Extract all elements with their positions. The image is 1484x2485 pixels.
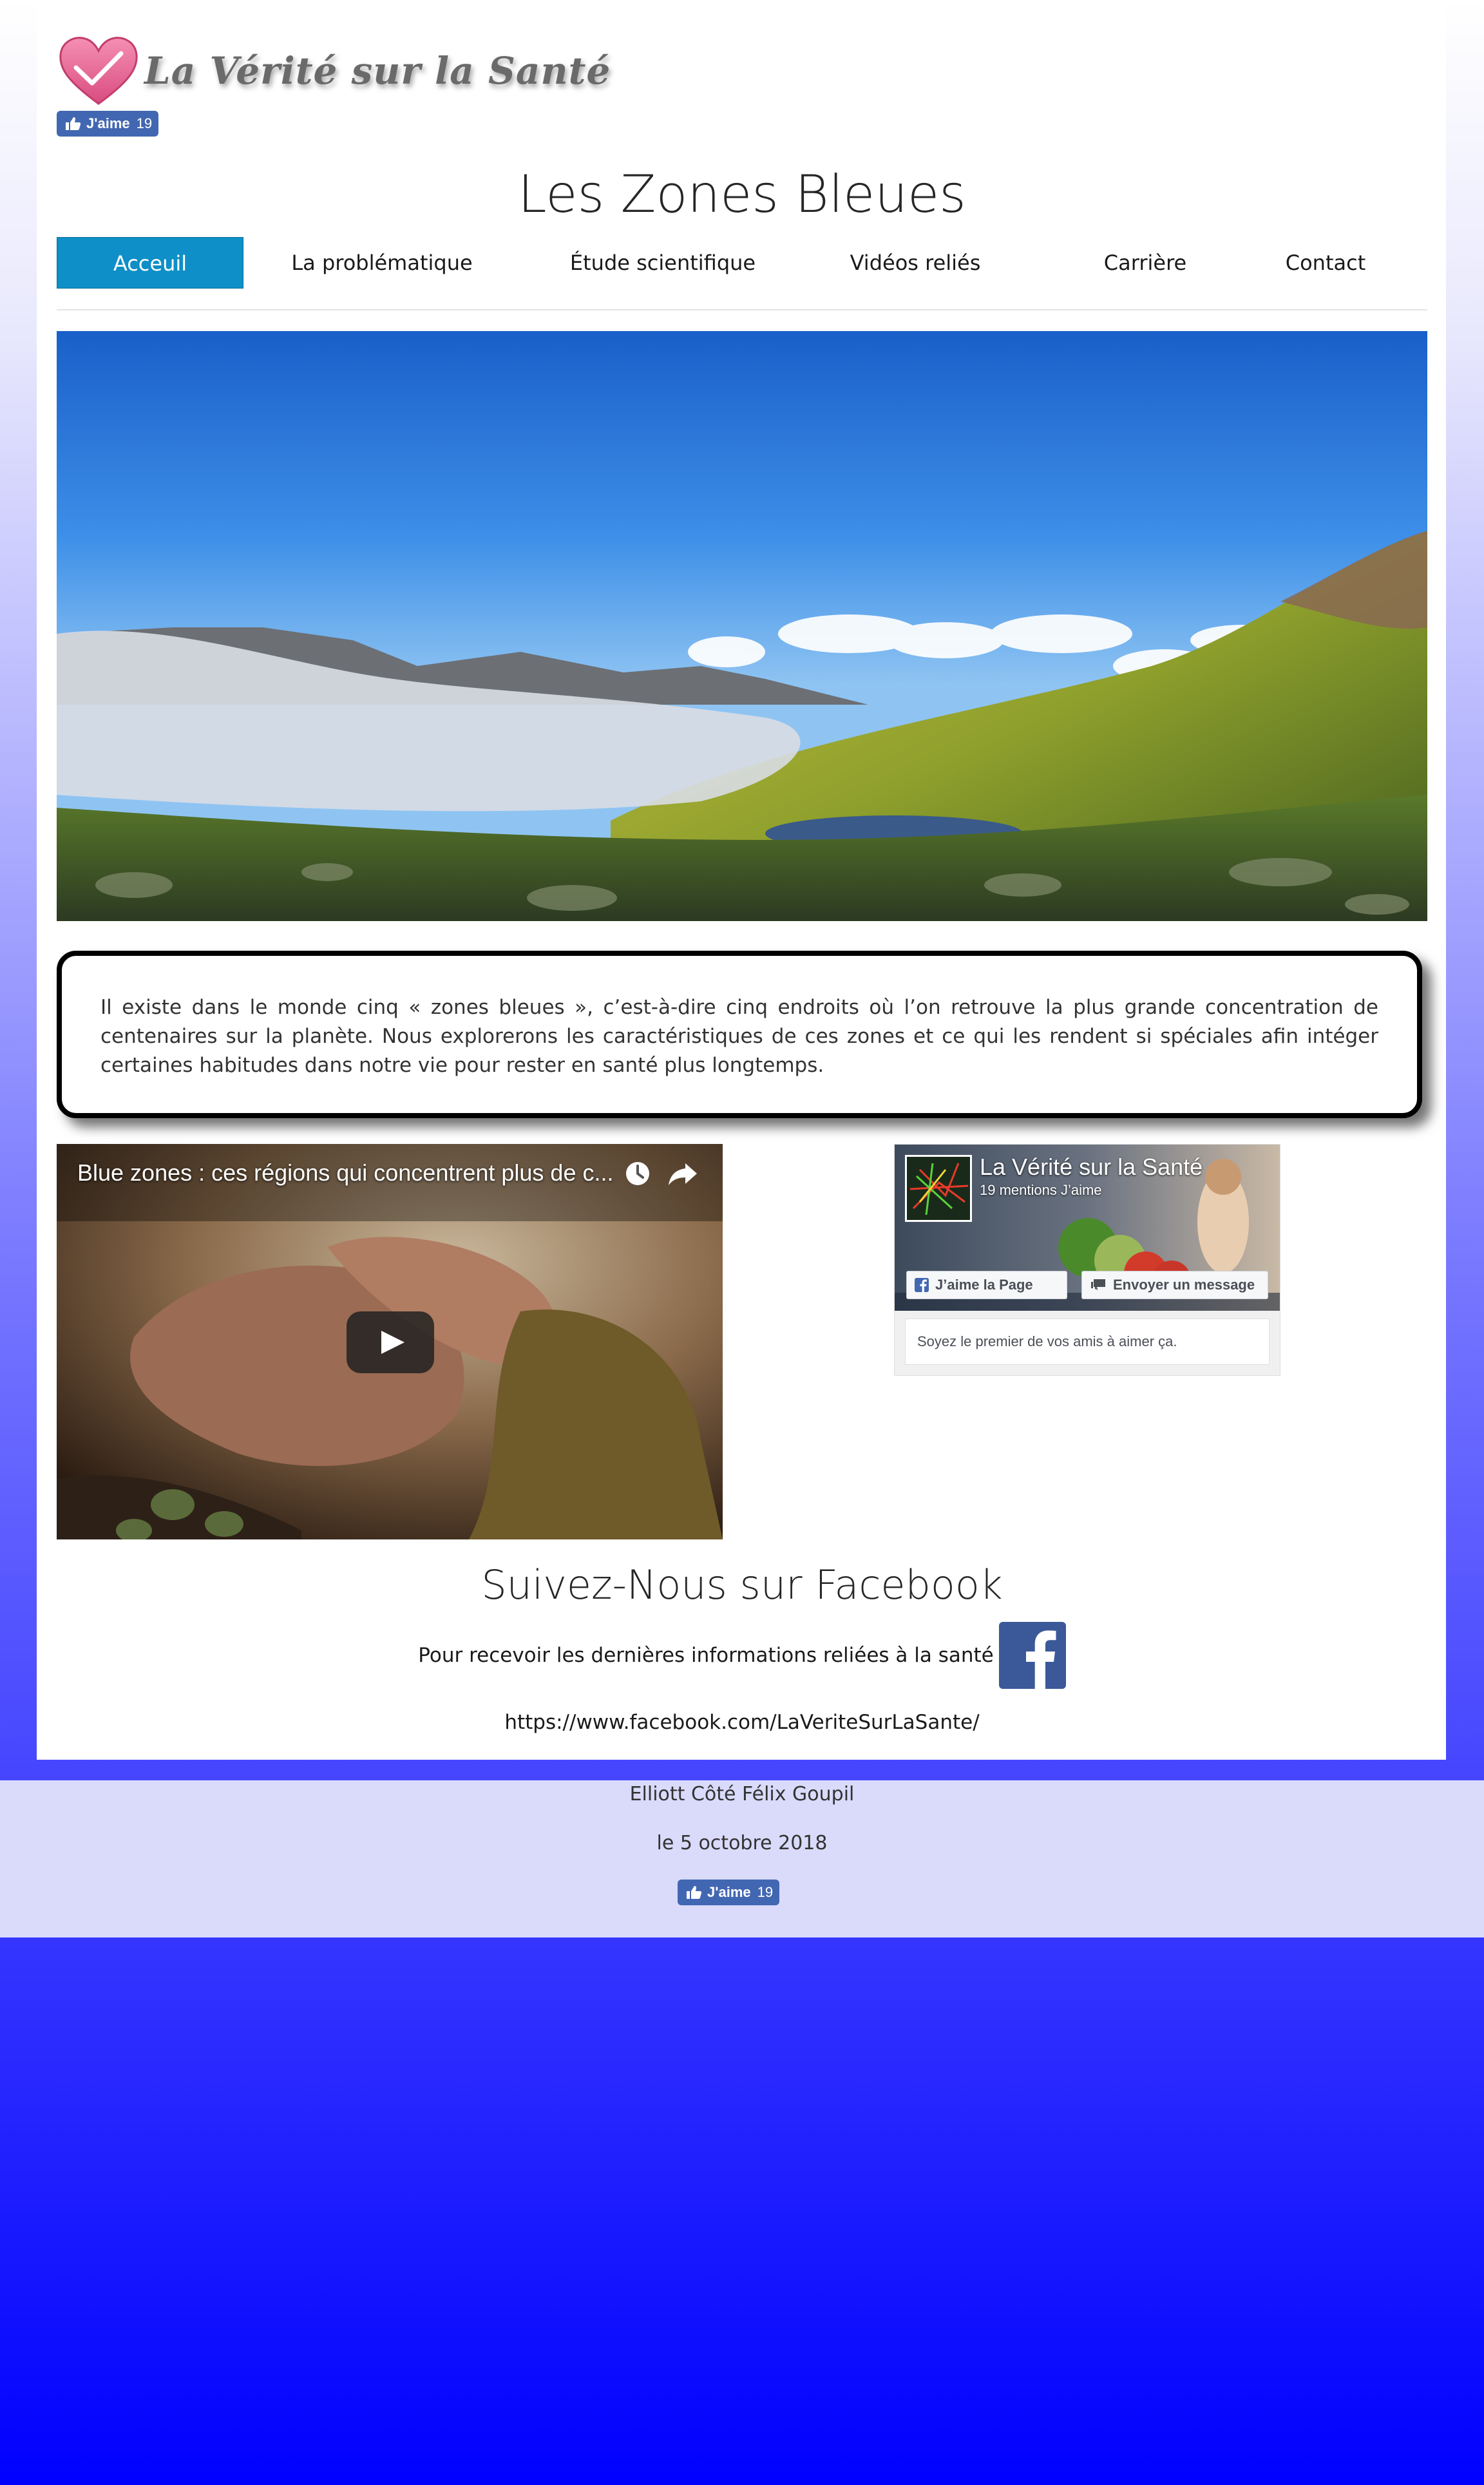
nav-item-carriere[interactable]: Carrière xyxy=(1074,237,1216,289)
site-logo[interactable]: La Vérité sur la Santé xyxy=(57,32,611,109)
page-title: Les Zones Bleues xyxy=(518,164,966,224)
heart-check-icon xyxy=(59,36,138,105)
nav-item-etude-scientifique[interactable]: Étude scientifique xyxy=(550,237,775,289)
fb-cover-image[interactable]: La Vérité sur la Santé 19 mentions J’aim… xyxy=(895,1145,1280,1311)
nav-divider xyxy=(57,309,1427,310)
footer-date: le 5 octobre 2018 xyxy=(656,1832,828,1854)
nav-item-contact[interactable]: Contact xyxy=(1268,237,1384,289)
fb-like-page-label: J’aime la Page xyxy=(935,1277,1033,1293)
share-icon[interactable] xyxy=(667,1159,698,1188)
facebook-icon xyxy=(915,1278,929,1292)
main-nav: Acceuil La problématique Étude scientifi… xyxy=(57,237,1427,289)
fb-like-button-footer[interactable]: J'aime 19 xyxy=(678,1880,779,1905)
follow-text: Pour recevoir les dernières informations… xyxy=(418,1644,994,1667)
fb-like-count: 19 xyxy=(757,1884,774,1900)
follow-line: Pour recevoir les dernières informations… xyxy=(0,1622,1484,1689)
fb-like-page-button[interactable]: J’aime la Page xyxy=(906,1271,1067,1299)
fb-page-likes: 19 mentions J’aime xyxy=(980,1182,1102,1198)
nav-item-videos[interactable]: Vidéos reliés xyxy=(822,237,1009,289)
footer-authors: Elliott Côté Félix Goupil xyxy=(629,1783,855,1805)
logo-text: La Vérité sur la Santé xyxy=(144,49,611,93)
nav-item-problematique[interactable]: La problématique xyxy=(276,237,488,289)
fb-like-label: J'aime xyxy=(86,115,130,131)
intro-text: Il existe dans le monde cinq « zones ble… xyxy=(100,996,1378,1077)
facebook-url[interactable]: https://www.facebook.com/LaVeriteSurLaSa… xyxy=(0,1711,1484,1734)
message-icon xyxy=(1091,1279,1105,1290)
facebook-logo-icon[interactable] xyxy=(998,1622,1066,1689)
youtube-video-embed[interactable]: Blue zones : ces régions qui concentrent… xyxy=(57,1144,723,1539)
play-button-icon[interactable] xyxy=(347,1311,434,1373)
hero-landscape-image xyxy=(57,331,1427,921)
fb-like-count: 19 xyxy=(136,115,153,131)
follow-title: Suivez-Nous sur Facebook xyxy=(481,1561,1003,1608)
fb-page-name[interactable]: La Vérité sur la Santé xyxy=(980,1154,1203,1181)
fb-like-button[interactable]: J'aime 19 xyxy=(57,111,158,137)
nav-item-acceuil[interactable]: Acceuil xyxy=(57,237,243,289)
fb-friends-text: Soyez le premier de vos amis à aimer ça. xyxy=(905,1319,1270,1365)
fb-like-label: J'aime xyxy=(707,1884,751,1900)
fb-send-message-button[interactable]: Envoyer un message xyxy=(1081,1271,1268,1299)
fb-page-widget: La Vérité sur la Santé 19 mentions J’aim… xyxy=(894,1144,1280,1376)
thumbs-up-icon xyxy=(687,1886,702,1899)
video-title[interactable]: Blue zones : ces régions qui concentrent… xyxy=(77,1159,613,1186)
intro-box: Il existe dans le monde cinq « zones ble… xyxy=(57,951,1422,1118)
fb-page-avatar[interactable] xyxy=(905,1155,972,1222)
thumbs-up-icon xyxy=(66,117,81,130)
fb-send-message-label: Envoyer un message xyxy=(1113,1277,1255,1293)
clock-icon[interactable] xyxy=(623,1159,652,1188)
